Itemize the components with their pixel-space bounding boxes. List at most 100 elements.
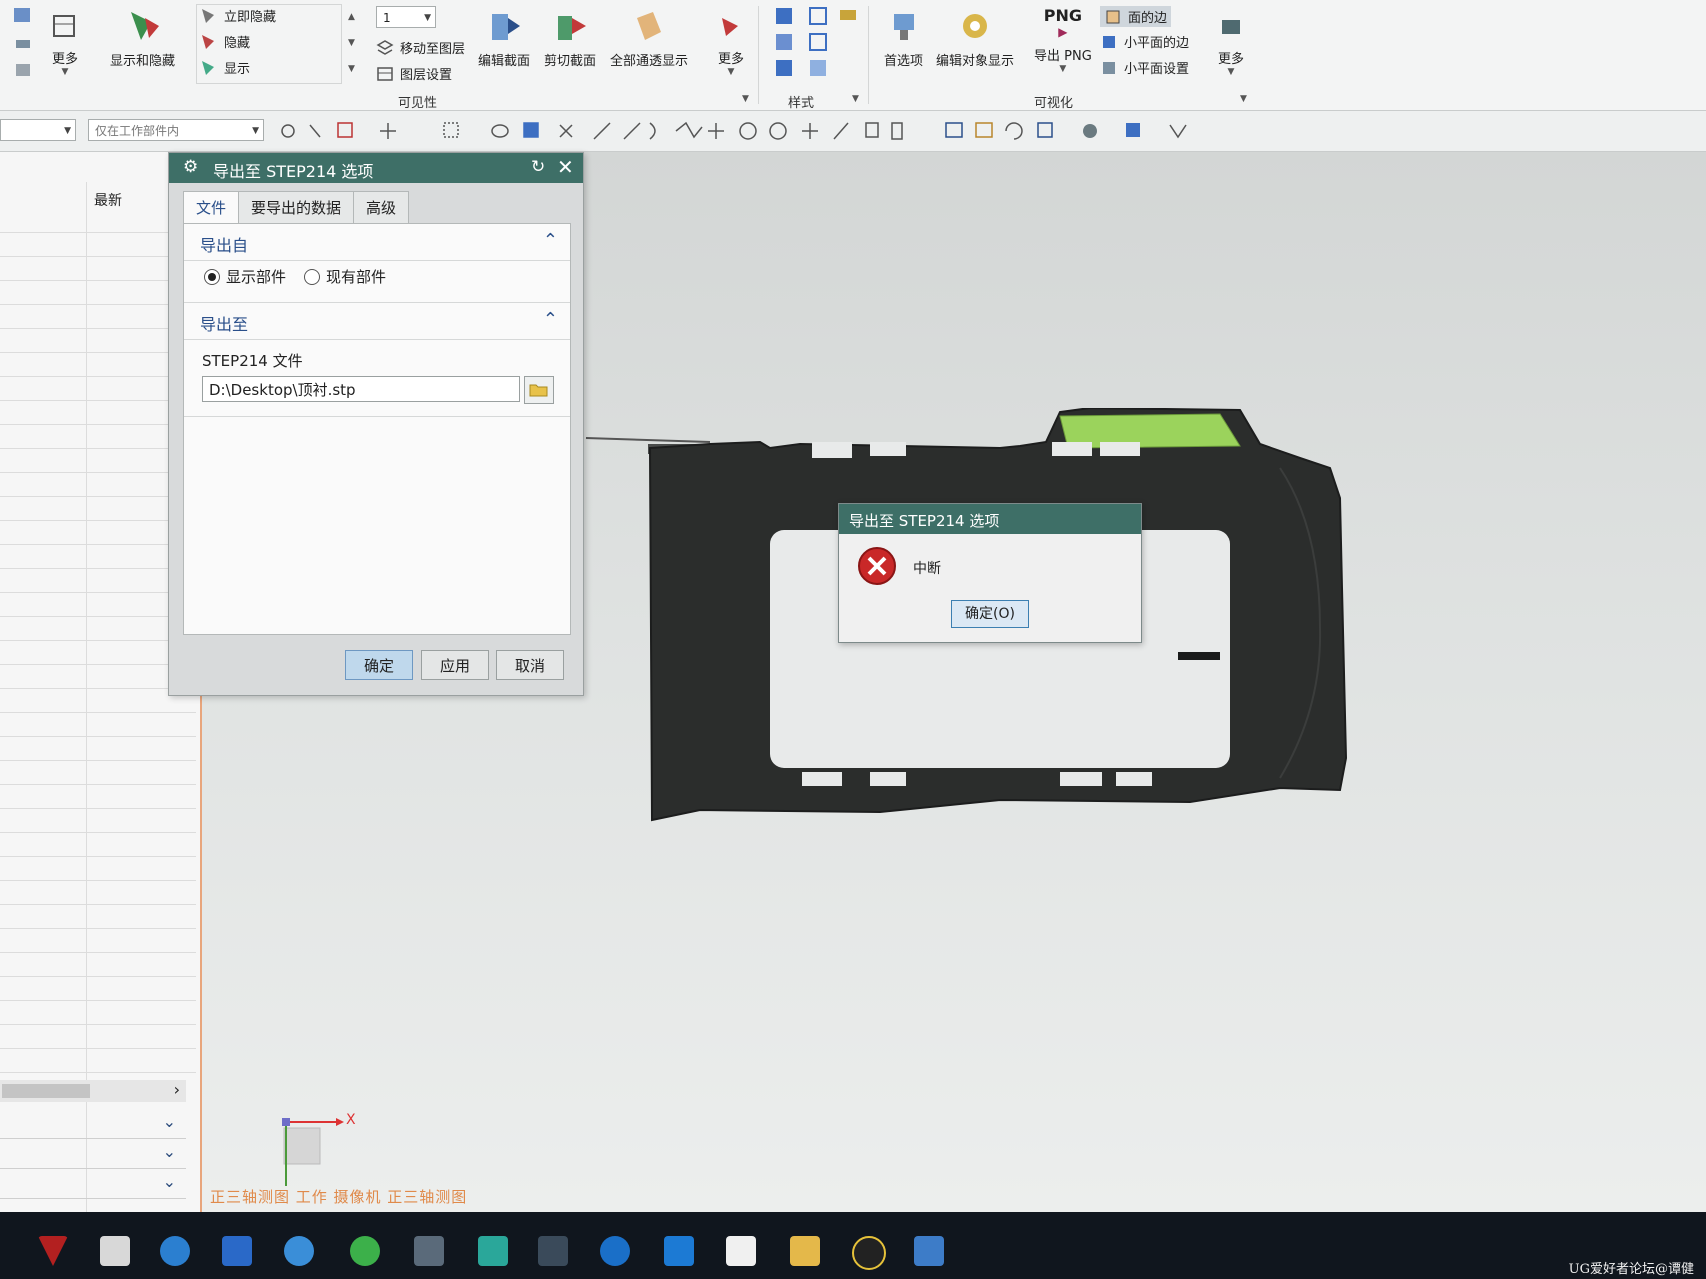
calculator-icon[interactable] (414, 1236, 444, 1266)
app-icon-blue-circle[interactable] (160, 1236, 190, 1266)
navigator-row[interactable] (0, 256, 196, 281)
show-button[interactable]: 显示 (200, 58, 250, 77)
navigator-row[interactable] (0, 520, 196, 545)
section-export-from[interactable]: 导出自 ⌃ (184, 224, 570, 261)
type-filter-select[interactable]: ▼ (0, 119, 76, 141)
group-expand-icon[interactable]: ▼ (742, 94, 749, 104)
navigator-row[interactable] (0, 688, 196, 713)
navigator-row[interactable] (0, 208, 196, 233)
wechat-icon[interactable] (350, 1236, 380, 1266)
navigator-row[interactable] (0, 664, 196, 689)
reset-icon[interactable]: ↻ (531, 157, 545, 177)
navigator-row[interactable] (0, 1000, 196, 1025)
tab-advanced[interactable]: 高级 (353, 191, 410, 224)
hide-now-button[interactable]: 立即隐藏 (200, 6, 276, 25)
navigator-row[interactable] (0, 856, 196, 881)
column-header-latest[interactable]: 最新 (94, 190, 122, 210)
app-icon-dark[interactable] (538, 1236, 568, 1266)
navigator-row[interactable] (0, 712, 196, 737)
apply-button[interactable]: 应用 (421, 650, 489, 680)
browse-folder-button[interactable] (524, 376, 554, 404)
navigator-row[interactable] (0, 616, 196, 641)
nx-icon[interactable] (478, 1236, 508, 1266)
export-png-button[interactable]: PNG ▶ 导出 PNG ▼ (1034, 6, 1092, 74)
clip-section-button[interactable]: 剪切截面 (544, 8, 596, 69)
group-expand-icon[interactable]: ▼ (852, 94, 859, 104)
navigator-row[interactable] (0, 376, 196, 401)
app-icon-p[interactable] (664, 1236, 694, 1266)
error-titlebar[interactable]: 导出至 STEP214 选项 (839, 504, 1141, 534)
navigator-row[interactable] (0, 880, 196, 905)
close-icon[interactable]: ✕ (557, 155, 574, 179)
facet-edges-button[interactable]: 小平面的边 (1100, 32, 1189, 51)
navigator-row[interactable] (0, 976, 196, 1001)
scroll-up-icon[interactable]: ▲ (348, 12, 355, 22)
navigator-row[interactable] (0, 232, 196, 257)
navigator-row[interactable] (0, 952, 196, 977)
navigator-row[interactable] (0, 808, 196, 833)
edit-section-button[interactable]: 编辑截面 (478, 8, 530, 69)
app-icon-window[interactable] (914, 1236, 944, 1266)
layer-settings-button[interactable]: 图层设置 (376, 64, 452, 83)
navigator-section-expander[interactable]: ⌄ (0, 1170, 186, 1199)
edit-object-display-button[interactable]: 编辑对象显示 (936, 8, 1014, 69)
navigator-row[interactable] (0, 448, 196, 473)
cancel-button[interactable]: 取消 (496, 650, 564, 680)
navigator-row[interactable] (0, 472, 196, 497)
navigator-row[interactable] (0, 640, 196, 665)
navigator-row[interactable] (0, 280, 196, 305)
navigator-row[interactable] (0, 592, 196, 617)
navigator-row[interactable] (0, 400, 196, 425)
more-right-button[interactable]: 更多 ▼ (1216, 12, 1246, 77)
navigator-row[interactable] (0, 832, 196, 857)
navigator-row[interactable] (0, 760, 196, 785)
chevron-right-icon[interactable]: › (174, 1080, 180, 1099)
navigator-section-expander[interactable]: ⌄ (0, 1110, 186, 1139)
chevron-up-icon[interactable]: ⌃ (543, 309, 558, 330)
qq-icon[interactable] (852, 1236, 886, 1270)
face-edges-button[interactable]: 面的边 (1100, 6, 1172, 27)
chevron-up-icon[interactable]: ⌃ (543, 230, 558, 251)
ok-button[interactable]: 确定 (345, 650, 413, 680)
pdf-icon[interactable] (100, 1236, 130, 1266)
app-icon-red[interactable] (38, 1236, 68, 1266)
shield-icon[interactable] (222, 1236, 252, 1266)
show-hide-button[interactable]: 显示和隐藏 (110, 8, 175, 69)
navigator-row[interactable] (0, 424, 196, 449)
more-left-button[interactable]: 更多 ▼ (50, 12, 80, 77)
tab-data-to-export[interactable]: 要导出的数据 (238, 191, 355, 224)
navigator-row[interactable] (0, 544, 196, 569)
facet-settings-button[interactable]: 小平面设置 (1100, 58, 1189, 77)
navigator-row[interactable] (0, 736, 196, 761)
scrollbar-thumb[interactable] (2, 1084, 90, 1098)
gear-icon[interactable]: ⚙ (183, 157, 198, 177)
navigator-row[interactable] (0, 304, 196, 329)
sogou-icon[interactable] (284, 1236, 314, 1266)
tab-file[interactable]: 文件 (183, 191, 240, 224)
section-export-to[interactable]: 导出至 ⌃ (184, 302, 570, 340)
folder-icon[interactable] (790, 1236, 820, 1266)
scope-filter-select[interactable]: 仅在工作部件内 ▼ (88, 119, 264, 141)
navigator-row[interactable] (0, 1024, 196, 1049)
baidu-netdisk-icon[interactable] (726, 1236, 756, 1266)
step-file-path-input[interactable]: D:\Desktop\顶衬.stp (202, 376, 520, 402)
cad-icon[interactable] (600, 1236, 630, 1266)
dialog-titlebar[interactable]: ⚙ 导出至 STEP214 选项 ↻ ✕ (169, 153, 583, 183)
navigator-section-expander[interactable]: ⌄ (0, 1140, 186, 1169)
error-ok-button[interactable]: 确定(O) (951, 600, 1029, 628)
full-transparency-button[interactable]: 全部通透显示 (610, 8, 688, 69)
navigator-row[interactable] (0, 1048, 196, 1073)
navigator-row[interactable] (0, 328, 196, 353)
layer-select[interactable]: 1 ▼ (376, 6, 436, 28)
preferences-button[interactable]: 首选项 (884, 8, 923, 69)
navigator-row[interactable] (0, 352, 196, 377)
navigator-row[interactable] (0, 568, 196, 593)
more-visibility-button[interactable]: 更多 ▼ (716, 12, 746, 77)
navigator-row[interactable] (0, 928, 196, 953)
radio-displayed-part[interactable]: 显示部件 (204, 266, 286, 287)
style-cube-icons[interactable] (774, 4, 860, 80)
expand-icon[interactable]: ▼ (348, 64, 355, 74)
move-to-layer-button[interactable]: 移动至图层 (376, 38, 465, 57)
navigator-row[interactable] (0, 496, 196, 521)
snap-tool-icons[interactable] (276, 117, 1216, 145)
